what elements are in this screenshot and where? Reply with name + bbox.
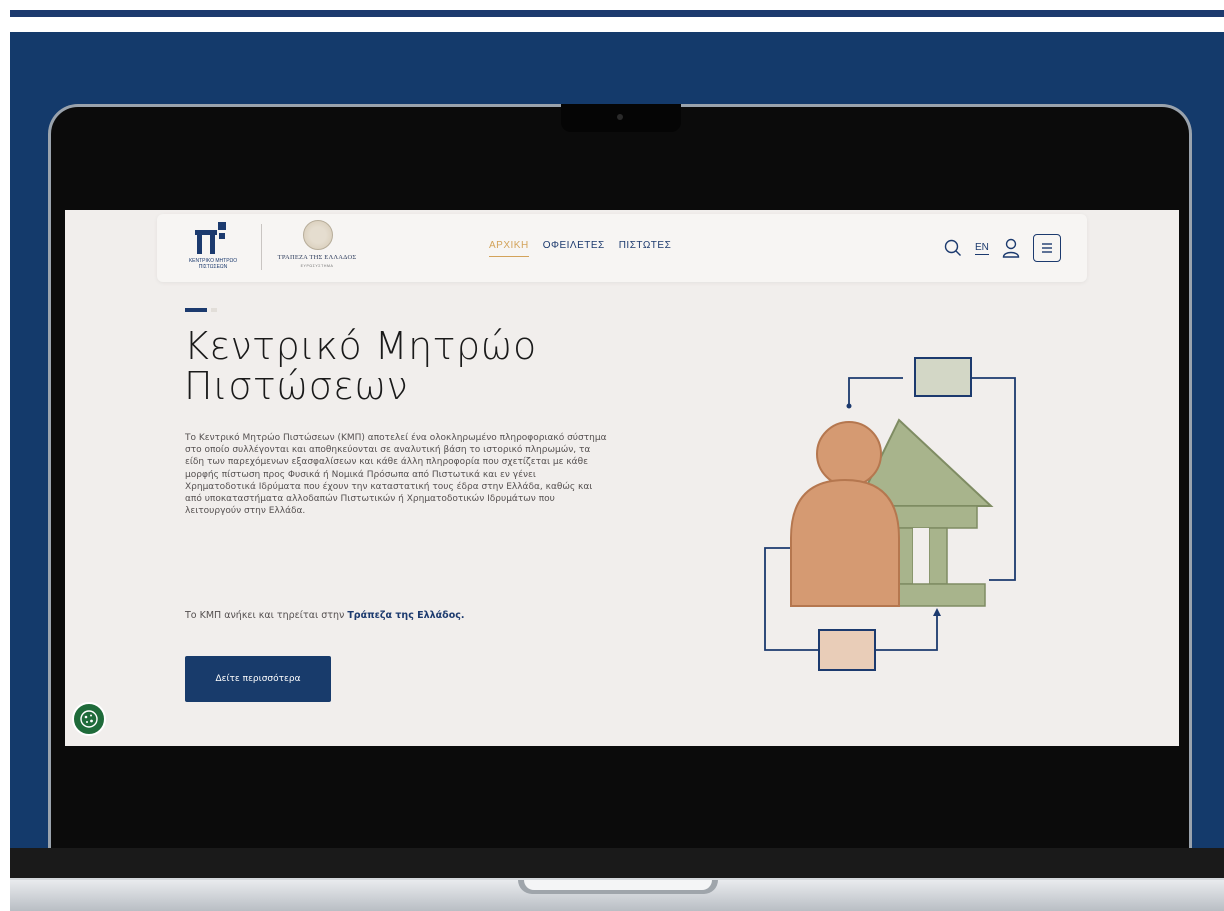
top-rule <box>10 10 1224 17</box>
bottom-document-box <box>818 629 876 671</box>
cookie-icon <box>80 710 98 728</box>
background-stage: ΚΕΝΤΡΙΚΟ ΜΗΤΡΩΟ ΠΙΣΤΩΣΕΩΝ ΤΡΑΠΕΖΑ ΤΗΣ ΕΛ… <box>10 32 1224 911</box>
connector-line-bottom <box>875 614 938 651</box>
laptop-hinge <box>10 848 1224 880</box>
main-nav: ΑΡΧΙΚΗ ΟΦΕΙΛΕΤΕΣ ΠΙΣΤΩΤΕΣ <box>489 240 671 257</box>
language-switch[interactable]: EN <box>975 242 989 255</box>
bank-of-greece-logo[interactable]: ΤΡΑΠΕΖΑ ΤΗΣ ΕΛΛΑΔΟΣ ΕΥΡΩΣΥΣΤΗΜΑ <box>267 220 367 276</box>
connector-line-right <box>965 377 1016 581</box>
person-head <box>816 421 882 487</box>
hero-accent-bar <box>185 308 207 312</box>
bank-subtitle: ΕΥΡΩΣΥΣΤΗΜΑ <box>300 264 334 268</box>
arrow-up-icon <box>933 608 941 616</box>
camera-icon <box>617 114 623 120</box>
laptop-base <box>10 878 1224 911</box>
bank-column <box>928 527 948 585</box>
nav-link-home[interactable]: ΑΡΧΙΚΗ <box>489 240 529 257</box>
header-tools: EN <box>943 234 1061 262</box>
site-header: ΚΕΝΤΡΙΚΟ ΜΗΤΡΩΟ ΠΙΣΤΩΣΕΩΝ ΤΡΑΠΕΖΑ ΤΗΣ ΕΛ… <box>157 214 1087 282</box>
top-document-box <box>914 357 972 397</box>
person-body <box>790 478 900 607</box>
menu-icon <box>1041 243 1052 253</box>
kmp-logo-mark-icon <box>195 222 226 254</box>
page-title: Κεντρικό Μητρώο Πιστώσεων <box>184 324 537 408</box>
bank-doorway <box>913 528 929 584</box>
user-icon[interactable] <box>1001 238 1021 258</box>
bank-of-greece-link[interactable]: Τράπεζα της Ελλάδος. <box>347 610 464 621</box>
camera-notch <box>561 104 681 132</box>
credit-registry-illustration <box>764 357 1016 671</box>
logo-divider <box>261 224 262 270</box>
nav-link-creditors[interactable]: ΠΙΣΤΩΤΕΣ <box>619 240 672 257</box>
connector-line-top <box>848 377 903 406</box>
menu-button[interactable] <box>1032 234 1061 262</box>
hero-description: Το Κεντρικό Μητρώο Πιστώσεων (ΚΜΠ) αποτε… <box>185 433 607 517</box>
ownership-note: Το ΚΜΠ ανήκει και τηρείται στην Τράπεζα … <box>185 610 464 621</box>
kmp-logo-text: ΚΕΝΤΡΙΚΟ ΜΗΤΡΩΟ ΠΙΣΤΩΣΕΩΝ <box>188 258 238 270</box>
kmp-logo[interactable]: ΚΕΝΤΡΙΚΟ ΜΗΤΡΩΟ ΠΙΣΤΩΣΕΩΝ <box>181 222 245 276</box>
see-more-button[interactable]: Δείτε περισσότερα <box>185 656 331 702</box>
ownership-prefix: Το ΚΜΠ ανήκει και τηρείται στην <box>185 610 348 621</box>
cookie-settings-button[interactable] <box>72 702 106 736</box>
nav-link-debtors[interactable]: ΟΦΕΙΛΕΤΕΣ <box>543 240 605 257</box>
connector-dot <box>846 403 852 409</box>
hero-accent-dot <box>211 308 217 312</box>
search-icon[interactable] <box>943 238 963 258</box>
base-groove <box>518 880 718 894</box>
bank-name: ΤΡΑΠΕΖΑ ΤΗΣ ΕΛΛΑΔΟΣ <box>277 254 357 261</box>
laptop-screen: ΚΕΝΤΡΙΚΟ ΜΗΤΡΩΟ ΠΙΣΤΩΣΕΩΝ ΤΡΑΠΕΖΑ ΤΗΣ ΕΛ… <box>65 210 1179 746</box>
bank-seal-icon <box>303 220 333 250</box>
